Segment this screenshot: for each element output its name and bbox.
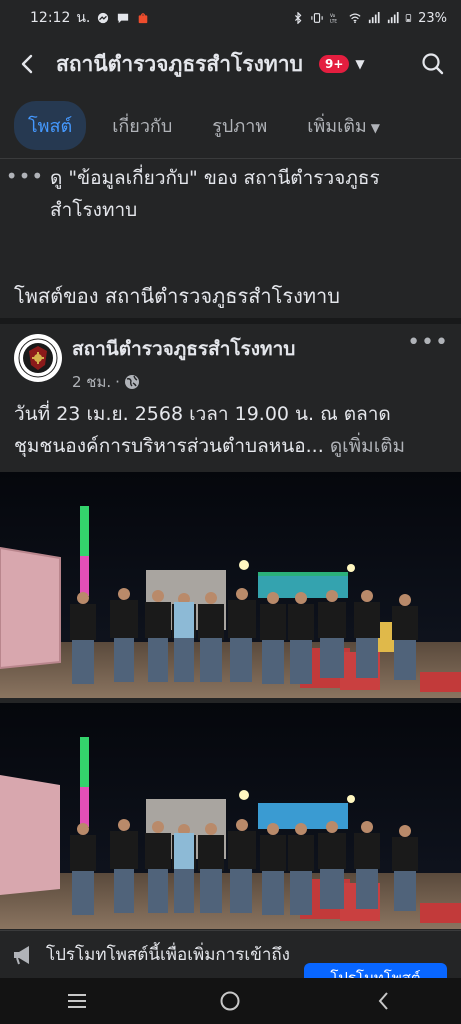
- tab-more-label: เพิ่มเติม: [307, 115, 367, 137]
- globe-icon: [124, 375, 139, 389]
- page-tabs: โพสต์ เกี่ยวกับ รูปภาพ เพิ่มเติม ▼: [0, 94, 461, 156]
- caret-down-icon[interactable]: ▼: [355, 57, 364, 71]
- chevron-left-icon: [378, 992, 388, 1010]
- caret-down-icon: ▼: [370, 120, 381, 135]
- shopee-icon: [139, 13, 148, 24]
- menu-lines-icon: [67, 994, 86, 1008]
- recents-button[interactable]: [47, 981, 107, 1021]
- see-more-link[interactable]: ดูเพิ่มเติม: [330, 435, 405, 457]
- back-arrow-icon: [21, 54, 33, 74]
- tab-more[interactable]: เพิ่มเติม ▼: [293, 101, 394, 150]
- bluetooth-icon: [295, 12, 302, 24]
- post-body: วันที่ 23 เม.ย. 2568 เวลา 19.00 น. ณ ตลา…: [14, 398, 454, 462]
- about-info-row[interactable]: ••• ดู "ข้อมูลเกี่ยวกับ" ของ สถานีตำรวจภ…: [0, 162, 461, 242]
- photo-2-image: [0, 703, 461, 929]
- signal-1-icon: [368, 12, 380, 24]
- messenger-icon: [98, 12, 109, 24]
- tab-posts[interactable]: โพสต์: [14, 100, 87, 150]
- home-circle-icon: [220, 991, 240, 1011]
- photo-1-image: [0, 472, 461, 698]
- more-dots-icon: •••: [5, 164, 45, 188]
- vibrate-icon: [311, 13, 323, 23]
- back-nav-button[interactable]: [354, 981, 414, 1021]
- system-nav-bar: [0, 978, 461, 1024]
- top-bar: สถานีตำรวจภูธรสำโรงทาบ 9+ ▼: [0, 36, 461, 92]
- post-author[interactable]: สถานีตำรวจภูธรสำโรงทาบ: [72, 334, 295, 364]
- avatar[interactable]: [14, 334, 62, 382]
- post-body-line-2: ชุมชนองค์การบริหารส่วนตำบลหนอ...: [14, 435, 324, 457]
- tab-photos[interactable]: รูปภาพ: [198, 101, 281, 150]
- status-time-suffix: น.: [76, 10, 91, 26]
- battery-level: 23%: [418, 10, 447, 26]
- post-options-icon[interactable]: •••: [407, 330, 449, 355]
- status-time: 12:12: [30, 10, 71, 26]
- home-button[interactable]: [200, 981, 260, 1021]
- post-body-line-1: วันที่ 23 เม.ย. 2568 เวลา 19.00 น. ณ ตลา…: [14, 403, 391, 425]
- status-bar: 12:12 น. Vo LTE 23%: [0, 0, 461, 36]
- svg-text:Vo: Vo: [330, 13, 336, 19]
- section-title: โพสต์ของ สถานีตำรวจภูธรสำโรงทาบ: [14, 284, 340, 308]
- post-photo-1[interactable]: [0, 472, 461, 698]
- notification-badge[interactable]: 9+: [319, 55, 350, 73]
- signal-2-icon: [387, 12, 399, 24]
- meta-dot: ·: [115, 373, 120, 391]
- search-icon: [422, 53, 444, 75]
- police-logo-icon: [18, 338, 58, 378]
- megaphone-icon: [14, 945, 29, 964]
- post-time[interactable]: 2 ชม.: [72, 370, 111, 394]
- promote-text: โปรโมทโพสต์นี้เพื่อเพิ่มการเข้าถึง: [46, 945, 290, 965]
- battery-icon: [405, 14, 412, 22]
- section-separator: [0, 318, 461, 324]
- back-button[interactable]: [0, 36, 56, 92]
- post-body-line-2-wrap: ชุมชนองค์การบริหารส่วนตำบลหนอ... ดูเพิ่ม…: [14, 430, 454, 462]
- volte-icon: VoLTE: [330, 13, 337, 24]
- about-info-text: ดู "ข้อมูลเกี่ยวกับ" ของ สถานีตำรวจภูธรส…: [50, 167, 380, 221]
- page-title: สถานีตำรวจภูธรสำโรงทาบ: [56, 51, 303, 76]
- svg-text:LTE: LTE: [330, 18, 337, 24]
- promote-bar: โปรโมทโพสต์นี้เพื่อเพิ่มการเข้าถึง โปรโม…: [0, 930, 461, 993]
- post-photo-2[interactable]: [0, 703, 461, 929]
- tab-about[interactable]: เกี่ยวกับ: [98, 101, 186, 150]
- search-button[interactable]: [405, 36, 461, 92]
- post-header: สถานีตำรวจภูธรสำโรงทาบ 2 ชม. · •••: [0, 330, 461, 392]
- chat-bubble-icon: [118, 13, 129, 24]
- post-meta: 2 ชม. ·: [72, 370, 295, 394]
- divider: [0, 158, 461, 159]
- wifi-icon: [349, 13, 361, 24]
